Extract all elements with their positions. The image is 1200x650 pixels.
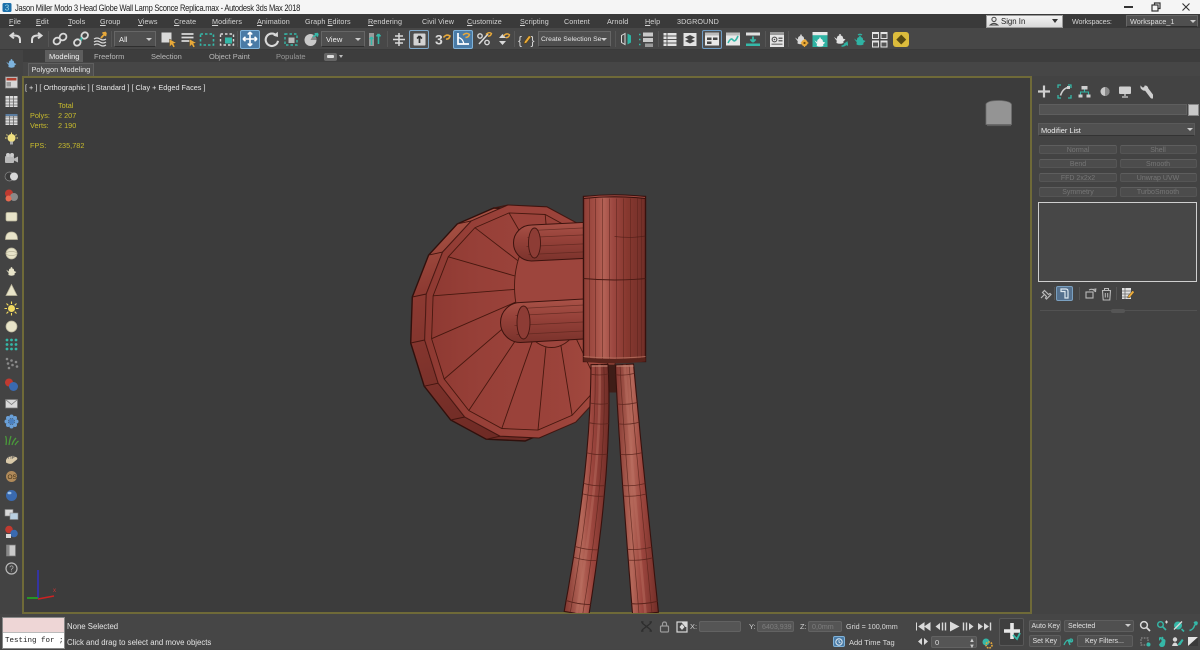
svg-text:3: 3 (435, 32, 443, 48)
svg-text:HF: HF (8, 455, 15, 461)
svg-text:}: } (531, 34, 535, 48)
svg-text:?: ? (9, 564, 14, 573)
svg-text:OS: OS (8, 474, 18, 481)
svg-text:x: x (53, 588, 56, 594)
svg-text:3: 3 (5, 4, 10, 13)
svg-text:{: { (518, 34, 522, 48)
